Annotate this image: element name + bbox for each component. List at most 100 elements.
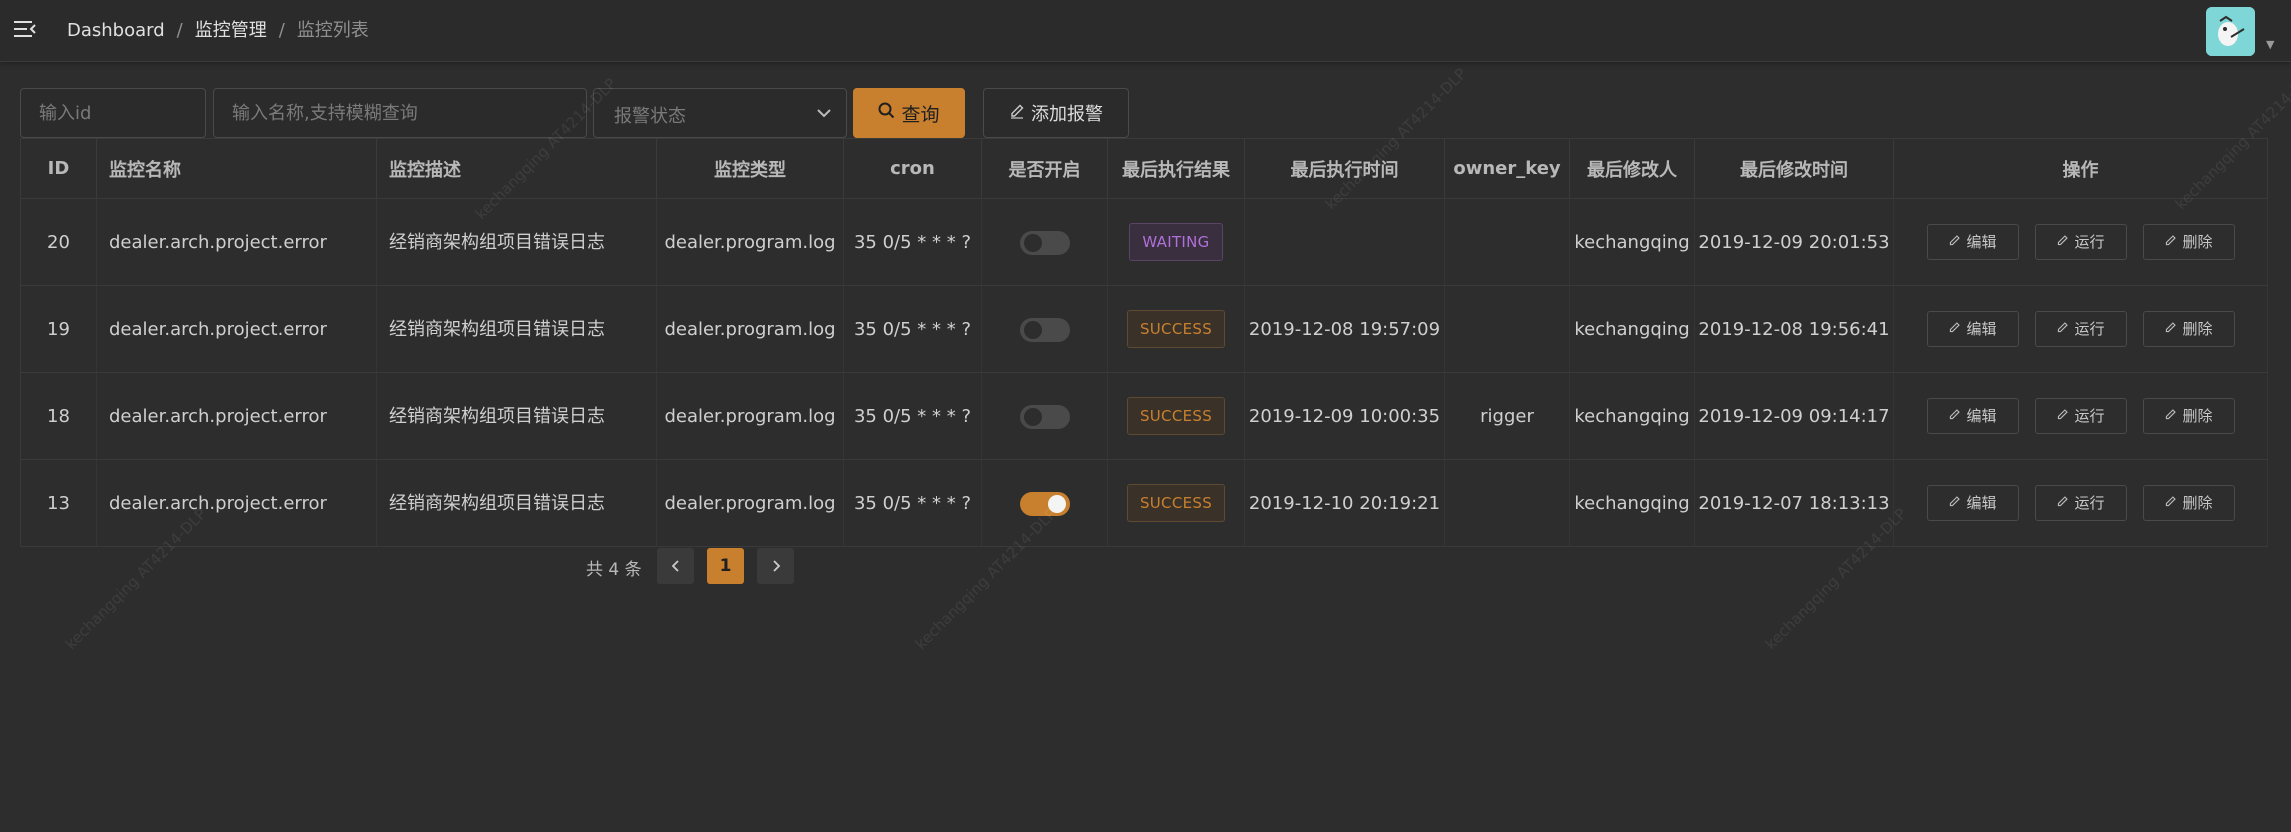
col-enabled[interactable]: 是否开启 [981,138,1108,199]
cell-cron: 35 0/5 * * * ? [843,372,982,460]
cell-type: dealer.program.log [656,459,844,547]
run-button[interactable]: 运行 [2034,485,2127,521]
col-modified-time[interactable]: 最后修改时间 [1694,138,1894,199]
col-type[interactable]: 监控类型 [656,138,844,199]
cell-desc: 经销商架构组项目错误日志 [376,372,657,460]
status-badge: SUCCESS [1126,397,1226,435]
cell-operations: 编辑 运行 删除 [1893,459,2268,547]
delete-label: 删除 [2182,493,2213,512]
cell-result: SUCCESS [1107,285,1245,373]
run-label: 运行 [2074,406,2105,425]
cell-last-time: 2019-12-09 10:00:35 [1244,372,1445,460]
edit-button[interactable]: 编辑 [1926,224,2019,260]
chevron-down-icon [816,105,832,125]
col-cron[interactable]: cron [843,138,982,199]
col-last-result[interactable]: 最后执行结果 [1107,138,1245,199]
cell-type: dealer.program.log [656,198,844,286]
chevron-left-icon [671,560,679,572]
col-last-time[interactable]: 最后执行时间 [1244,138,1445,199]
cell-type: dealer.program.log [656,285,844,373]
enabled-toggle[interactable] [1019,230,1070,255]
col-modifier[interactable]: 最后修改人 [1569,138,1695,199]
edit-icon [2164,229,2177,256]
delete-button[interactable]: 删除 [2142,311,2235,347]
edit-icon [2164,316,2177,343]
edit-icon [1948,316,1961,343]
cell-name: dealer.arch.project.error [96,459,377,547]
id-input[interactable] [20,88,206,138]
cell-desc: 经销商架构组项目错误日志 [376,459,657,547]
col-name[interactable]: 监控名称 [96,138,377,199]
breadcrumb-dashboard[interactable]: Dashboard [67,20,165,41]
cell-last-time: 2019-12-10 20:19:21 [1244,459,1445,547]
edit-icon [2164,490,2177,517]
cell-result: SUCCESS [1107,372,1245,460]
breadcrumb-monitor-list: 监控列表 [296,20,369,41]
edit-icon [2056,490,2069,517]
cell-name: dealer.arch.project.error [96,285,377,373]
cell-id: 20 [20,198,97,286]
run-label: 运行 [2074,232,2105,251]
cell-owner-key [1444,198,1570,286]
avatar-dropdown-icon[interactable]: ▼ [2266,38,2274,51]
monitor-table: ID 监控名称 监控描述 监控类型 cron 是否开启 最后执行结果 最后执行时… [20,138,2268,547]
cell-operations: 编辑 运行 删除 [1893,372,2268,460]
delete-label: 删除 [2182,232,2213,251]
cell-enabled [981,285,1108,373]
avatar[interactable] [2206,7,2255,56]
pagination-next-button[interactable] [757,548,794,584]
edit-icon [2056,316,2069,343]
pagination-prev-button[interactable] [657,548,694,584]
run-button[interactable]: 运行 [2034,311,2127,347]
edit-button[interactable]: 编辑 [1926,398,2019,434]
enabled-toggle[interactable] [1019,317,1070,342]
cell-enabled [981,459,1108,547]
edit-label: 编辑 [1966,232,1997,251]
edit-button[interactable]: 编辑 [1926,485,2019,521]
run-button[interactable]: 运行 [2034,224,2127,260]
search-icon [878,102,895,125]
breadcrumb-monitor-manage[interactable]: 监控管理 [195,20,267,41]
cell-cron: 35 0/5 * * * ? [843,285,982,373]
delete-button[interactable]: 删除 [2142,398,2235,434]
enabled-toggle[interactable] [1019,404,1070,429]
cell-modified-time: 2019-12-09 09:14:17 [1694,372,1894,460]
run-label: 运行 [2074,493,2105,512]
run-button[interactable]: 运行 [2034,398,2127,434]
status-badge: SUCCESS [1126,484,1226,522]
run-label: 运行 [2074,319,2105,338]
delete-button[interactable]: 删除 [2142,224,2235,260]
delete-button[interactable]: 删除 [2142,485,2235,521]
col-desc[interactable]: 监控描述 [376,138,657,199]
cell-type: dealer.program.log [656,372,844,460]
cell-owner-key: rigger [1444,372,1570,460]
toggle-knob [1047,494,1066,513]
menu-toggle-icon[interactable] [14,19,38,39]
enabled-toggle[interactable] [1019,491,1070,516]
toggle-knob [1023,320,1042,339]
edit-icon [1009,103,1025,124]
alarm-status-placeholder: 报警状态 [614,106,686,127]
edit-icon [1948,403,1961,430]
table-header-row: ID 监控名称 监控描述 监控类型 cron 是否开启 最后执行结果 最后执行时… [20,138,2268,199]
query-button[interactable]: 查询 [853,88,965,138]
name-search-input[interactable] [213,88,587,138]
col-id[interactable]: ID [20,138,97,199]
edit-icon [2056,229,2069,256]
status-badge: SUCCESS [1126,310,1226,348]
toggle-knob [1023,407,1042,426]
cell-enabled [981,198,1108,286]
cell-name: dealer.arch.project.error [96,372,377,460]
cell-desc: 经销商架构组项目错误日志 [376,198,657,286]
cell-modified-time: 2019-12-08 19:56:41 [1694,285,1894,373]
edit-icon [1948,229,1961,256]
chevron-right-icon [772,560,780,572]
edit-label: 编辑 [1966,406,1997,425]
alarm-status-select[interactable]: 报警状态 [593,88,847,138]
edit-button[interactable]: 编辑 [1926,311,2019,347]
add-alarm-label: 添加报警 [1031,104,1103,124]
col-owner-key[interactable]: owner_key [1444,138,1570,199]
cell-desc: 经销商架构组项目错误日志 [376,285,657,373]
add-alarm-button[interactable]: 添加报警 [983,88,1129,138]
pagination-page-current[interactable]: 1 [707,548,744,584]
